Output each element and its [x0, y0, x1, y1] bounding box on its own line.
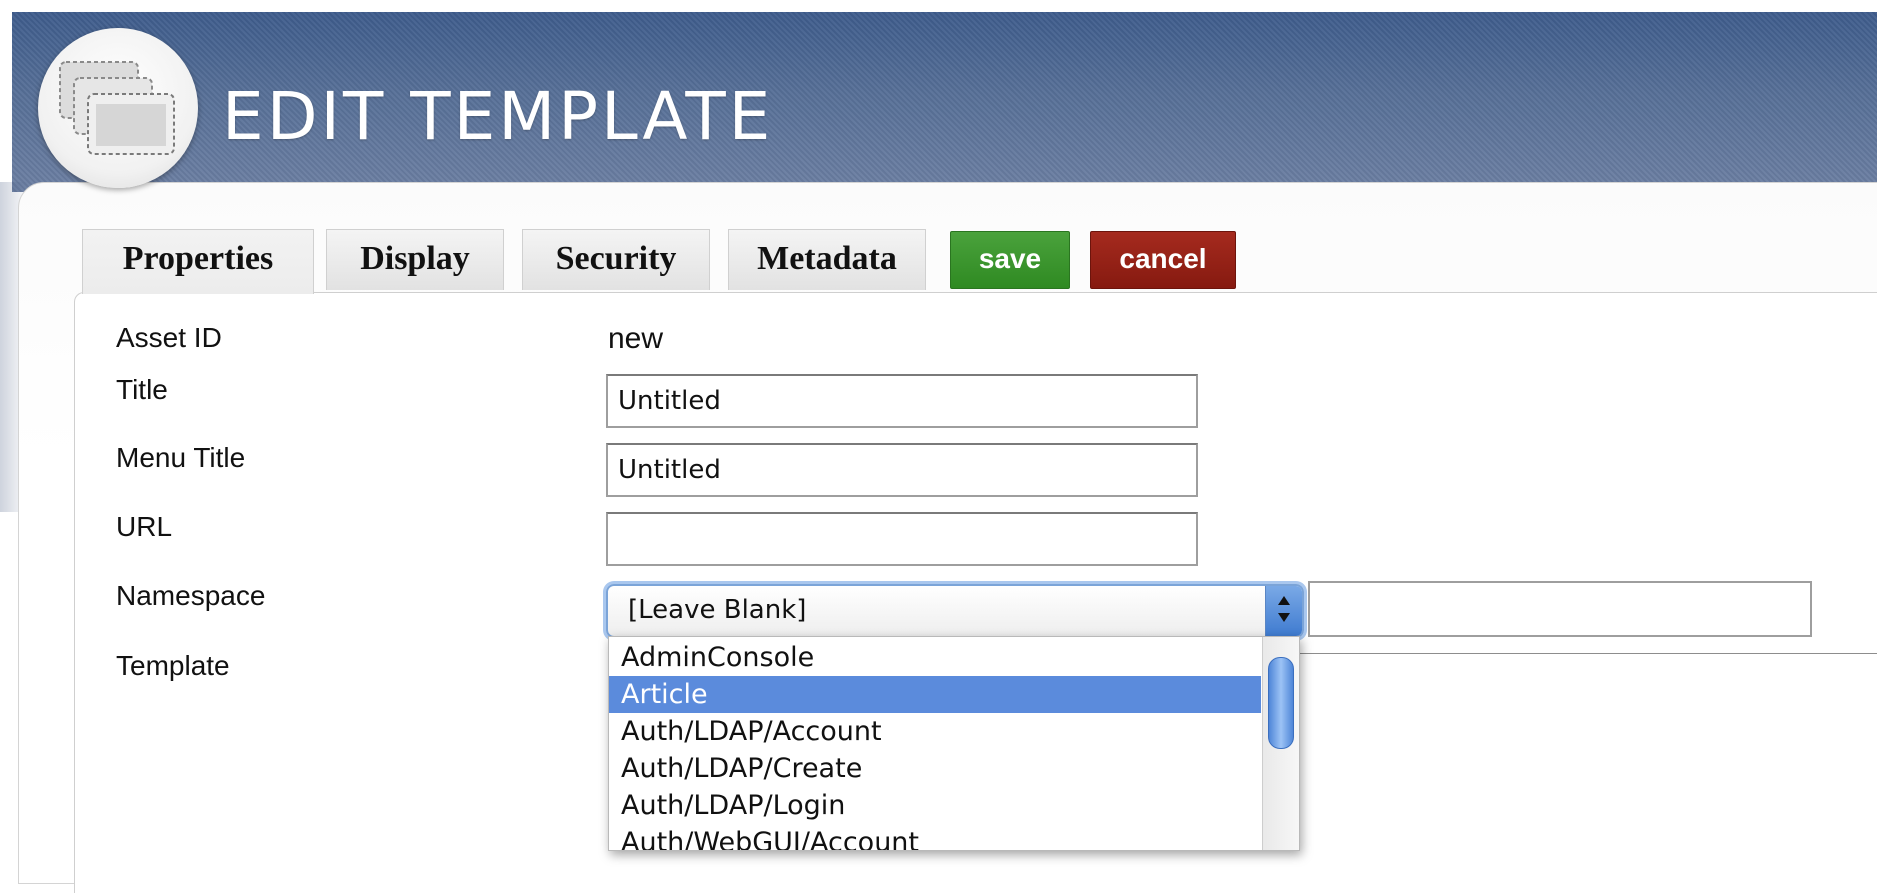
tab-display[interactable]: Display — [326, 229, 504, 290]
cancel-button[interactable]: cancel — [1090, 231, 1236, 289]
namespace-label: Namespace — [116, 580, 266, 611]
dropdown-scrollbar[interactable] — [1262, 637, 1299, 850]
dropdown-option-article[interactable]: Article — [609, 676, 1261, 713]
dropdown-option-adminconsole[interactable]: AdminConsole — [609, 639, 1261, 676]
select-arrows-icon — [1265, 586, 1302, 636]
tab-metadata[interactable]: Metadata — [728, 229, 926, 290]
menu-title-label: Menu Title — [116, 442, 246, 473]
dropdown-option-auth-ldap-login[interactable]: Auth/LDAP/Login — [609, 787, 1261, 824]
page-title: EDIT TEMPLATE — [222, 78, 774, 155]
namespace-selected-value: [Leave Blank] — [628, 595, 807, 625]
template-editor-border — [1298, 653, 1877, 654]
template-label: Template — [116, 650, 230, 681]
namespace-select[interactable]: [Leave Blank] — [606, 584, 1304, 638]
asset-id-value: new — [608, 322, 664, 355]
dropdown-option-auth-ldap-create[interactable]: Auth/LDAP/Create — [609, 750, 1261, 787]
asset-id-label: Asset ID — [116, 322, 222, 353]
save-button[interactable]: save — [950, 231, 1070, 289]
dropdown-option-auth-ldap-account[interactable]: Auth/LDAP/Account — [609, 713, 1261, 750]
url-label: URL — [116, 511, 173, 542]
url-field[interactable] — [606, 512, 1198, 566]
tab-security[interactable]: Security — [522, 229, 710, 290]
namespace-custom-field[interactable] — [1308, 581, 1812, 637]
dropdown-option-auth-webgui-account[interactable]: Auth/WebGUI/Account — [609, 824, 1261, 850]
dropdown-scroll-thumb[interactable] — [1268, 657, 1294, 749]
stacked-windows-icon — [38, 28, 198, 188]
title-label: Title — [116, 374, 168, 405]
tab-properties[interactable]: Properties — [82, 229, 314, 294]
menu-title-field[interactable] — [606, 443, 1198, 497]
namespace-dropdown-list[interactable]: AdminConsole Article Auth/LDAP/Account A… — [608, 636, 1300, 851]
title-field[interactable] — [606, 374, 1198, 428]
